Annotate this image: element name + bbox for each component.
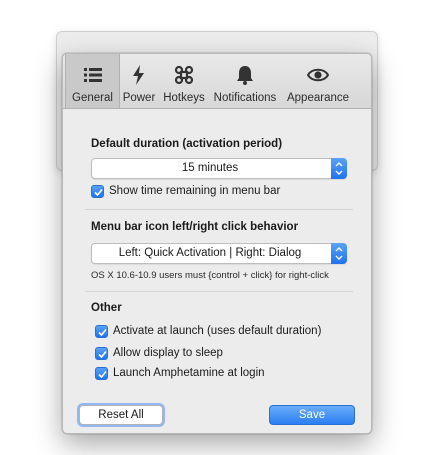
checkmark-icon <box>98 370 107 379</box>
show-time-label: Show time remaining in menu bar <box>109 185 281 197</box>
tab-notifications[interactable]: Notifications <box>209 56 281 106</box>
command-key-icon <box>174 65 194 85</box>
preferences-window: General Power Hotkeys Notifications Appe… <box>62 53 372 434</box>
select-stepper-icon <box>331 243 347 264</box>
tab-hotkeys[interactable]: Hotkeys <box>160 56 208 106</box>
select-stepper-icon <box>331 158 347 179</box>
tab-general[interactable]: General <box>65 54 120 108</box>
duration-select[interactable]: 15 minutes <box>91 158 347 179</box>
bell-icon <box>237 66 253 85</box>
right-click-note: OS X 10.6-10.9 users must {control + cli… <box>91 270 329 281</box>
preferences-toolbar: General Power Hotkeys Notifications Appe… <box>63 54 371 109</box>
click-behavior-select[interactable]: Left: Quick Activation | Right: Dialog <box>91 243 347 264</box>
tab-hotkeys-label: Hotkeys <box>163 92 205 104</box>
bolt-icon <box>133 65 144 85</box>
other-title: Other <box>91 302 122 314</box>
tab-power-label: Power <box>122 92 156 104</box>
launch-at-login-label: Launch Amphetamine at login <box>113 367 265 379</box>
checkmark-icon <box>94 188 103 197</box>
activate-at-launch-checkbox[interactable] <box>95 325 108 338</box>
click-behavior-select-value: Left: Quick Activation | Right: Dialog <box>118 247 302 259</box>
checkmark-icon <box>98 350 107 359</box>
tab-general-label: General <box>72 92 113 104</box>
tab-appearance-label: Appearance <box>286 92 350 104</box>
duration-select-value: 15 minutes <box>181 162 239 174</box>
tab-notifications-label: Notifications <box>213 92 277 104</box>
tab-appearance[interactable]: Appearance <box>283 56 353 106</box>
section-divider <box>85 291 353 292</box>
list-icon <box>83 68 102 82</box>
launch-at-login-checkbox[interactable] <box>95 367 108 380</box>
menu-bar-behavior-title: Menu bar icon left/right click behavior <box>91 221 299 233</box>
activate-at-launch-label: Activate at launch (uses default duratio… <box>113 325 322 337</box>
default-duration-title: Default duration (activation period) <box>91 138 283 150</box>
reset-all-button[interactable]: Reset All <box>79 405 163 425</box>
allow-display-sleep-label: Allow display to sleep <box>113 347 223 359</box>
save-button[interactable]: Save <box>269 405 355 425</box>
checkmark-icon <box>98 328 107 337</box>
tab-power[interactable]: Power <box>119 56 159 106</box>
show-time-checkbox[interactable] <box>91 185 104 198</box>
section-divider <box>85 209 353 210</box>
eye-icon <box>307 68 329 82</box>
allow-display-sleep-checkbox[interactable] <box>95 347 108 360</box>
